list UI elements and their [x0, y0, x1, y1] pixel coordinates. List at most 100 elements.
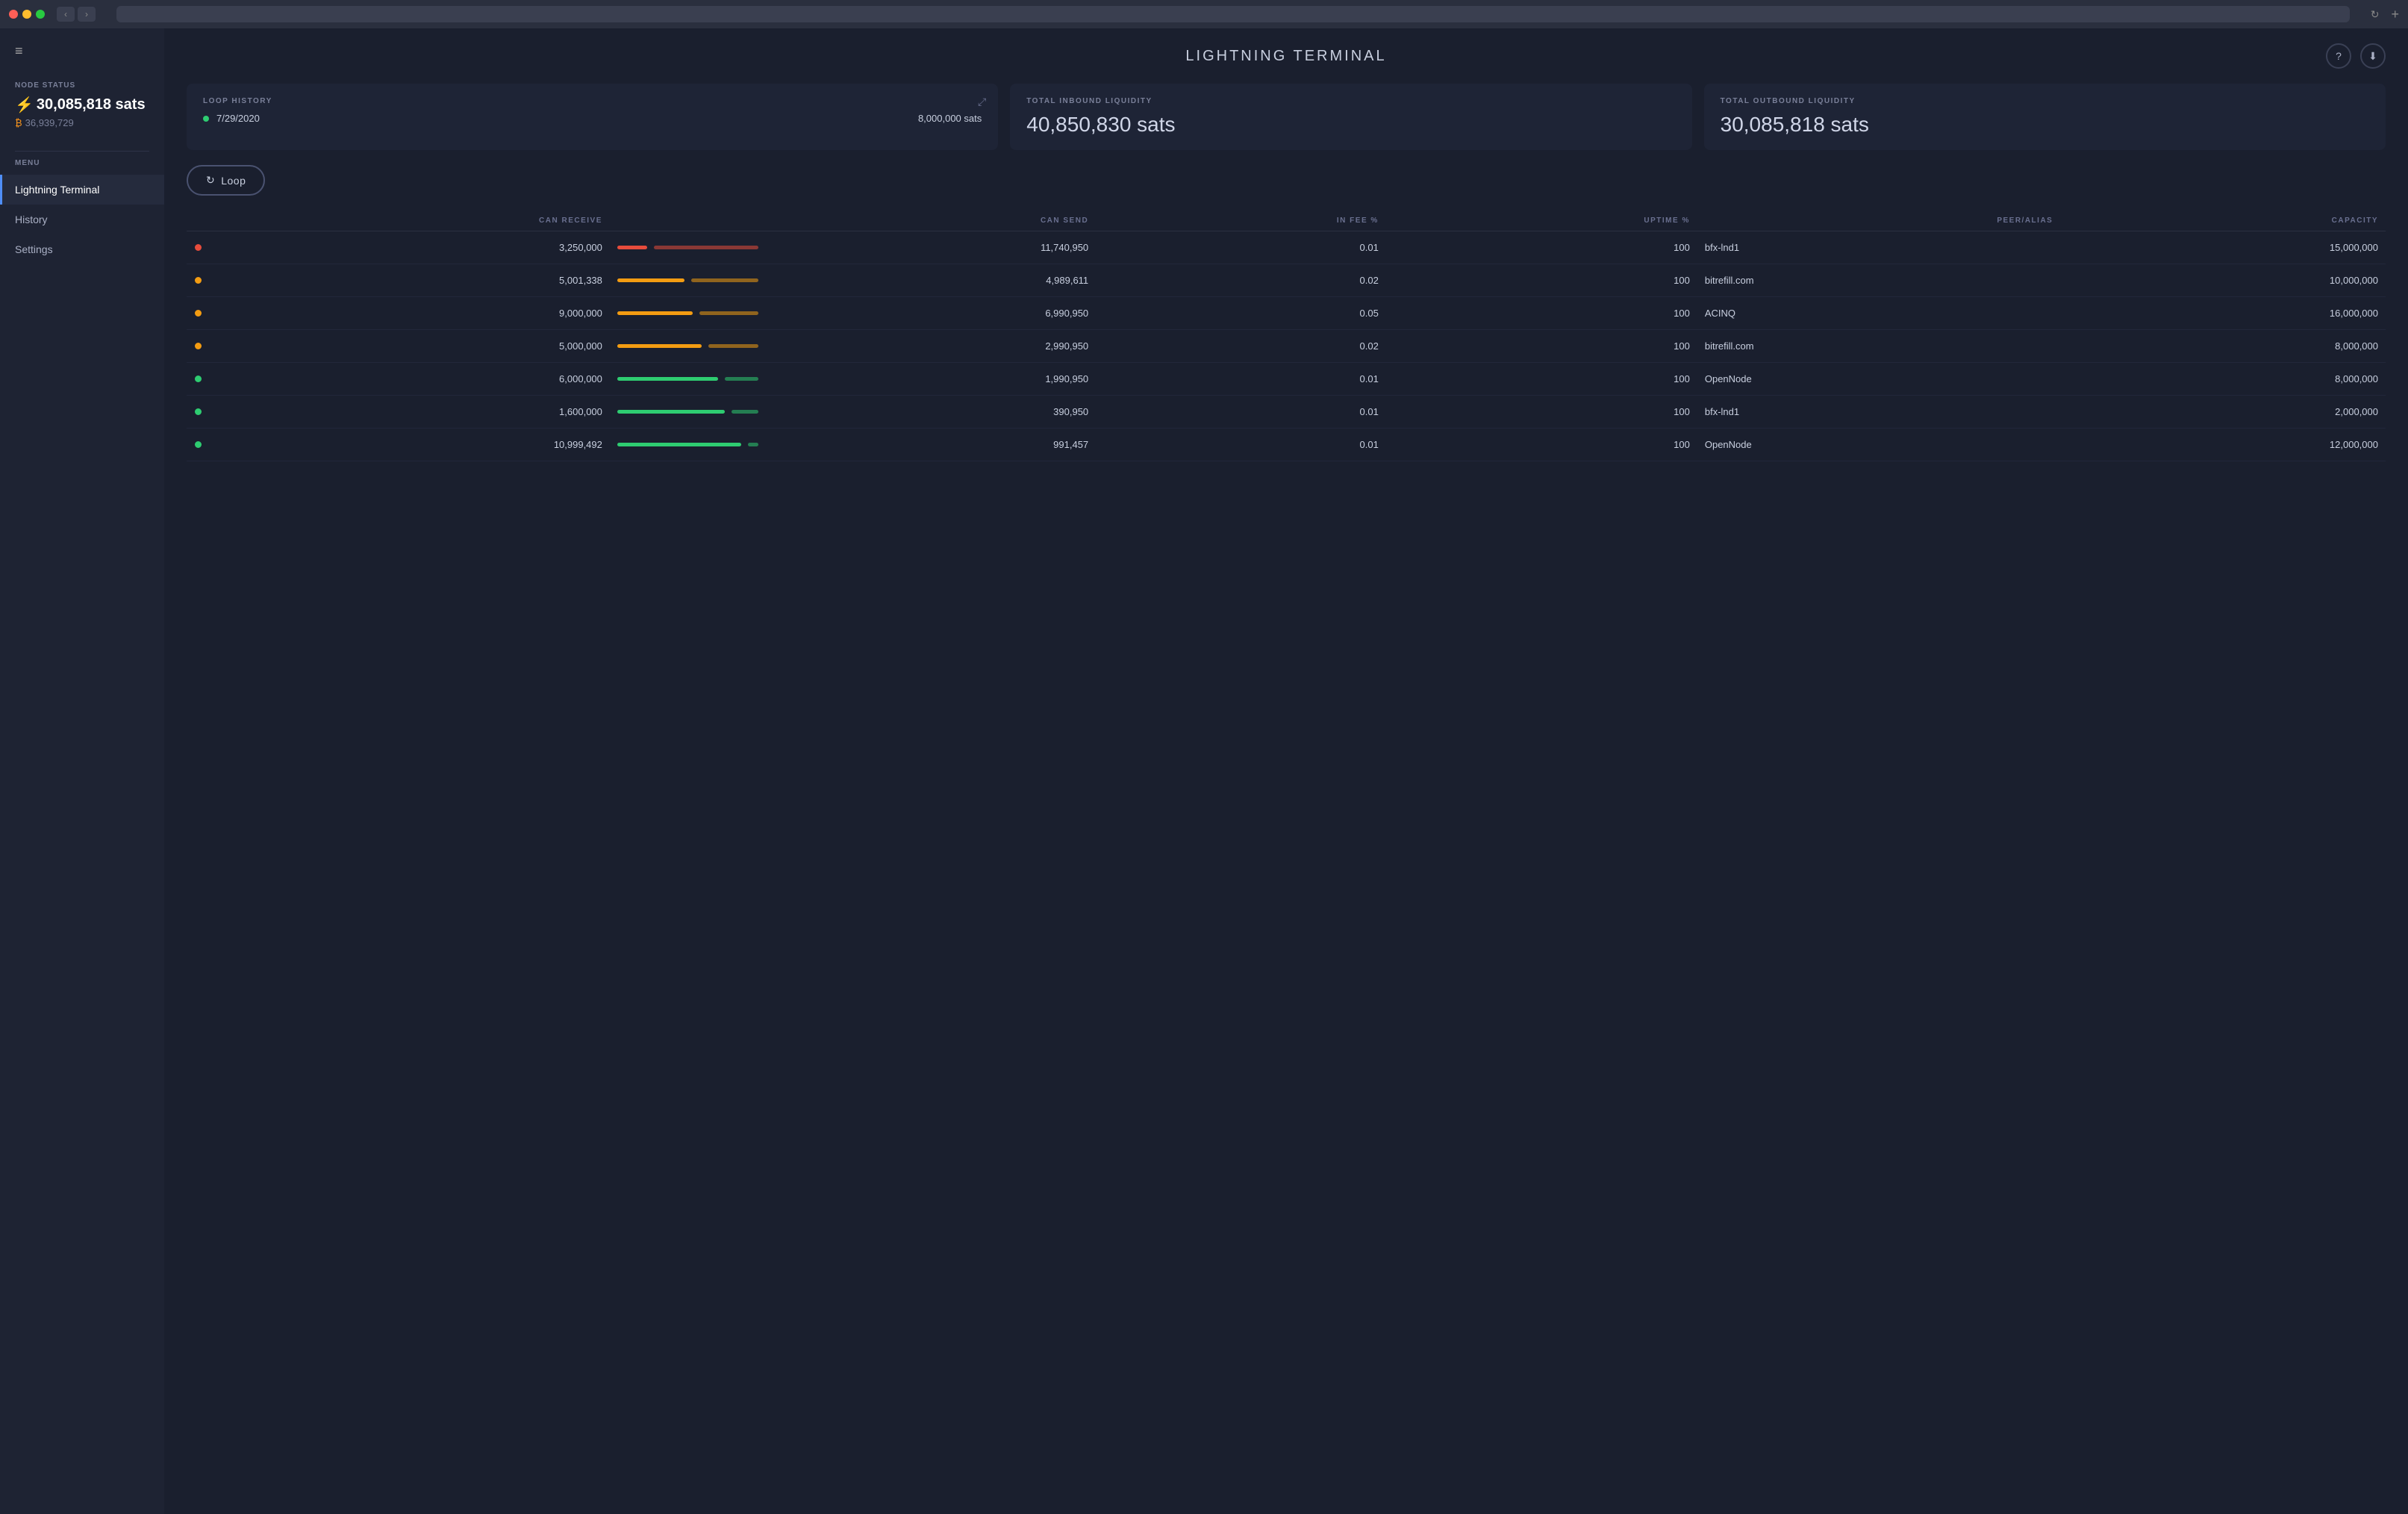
maximize-button[interactable] [36, 10, 45, 19]
channel-status-cell [187, 297, 209, 330]
channel-status-cell [187, 429, 209, 461]
window-controls [9, 10, 45, 19]
loop-history-row: 7/29/2020 8,000,000 sats [203, 113, 982, 124]
bar-cell [610, 363, 774, 396]
sidebar-item-settings[interactable]: Settings [0, 234, 164, 264]
bar-cell [610, 264, 774, 297]
table-row[interactable]: 6,000,000 1,990,950 0.01 100 OpenNode 8,… [187, 363, 2386, 396]
capacity-cell: 12,000,000 [2060, 429, 2386, 461]
can-send-cell: 11,740,950 [774, 231, 1096, 264]
can-send-cell: 991,457 [774, 429, 1096, 461]
inbound-value: 40,850,830 sats [1026, 113, 1675, 137]
browser-nav: ‹ › [57, 7, 96, 22]
bar-right [725, 377, 758, 381]
status-dot [195, 244, 202, 251]
bar-container [617, 311, 767, 316]
uptime-cell: 100 [1386, 363, 1697, 396]
channel-status-cell [187, 396, 209, 429]
download-icon: ⬇ [2368, 50, 2377, 63]
uptime-cell: 100 [1386, 297, 1697, 330]
menu-item-label: History [15, 214, 48, 225]
bar-right [699, 311, 758, 315]
table-row[interactable]: 3,250,000 11,740,950 0.01 100 bfx-lnd1 1… [187, 231, 2386, 264]
table-row[interactable]: 10,999,492 991,457 0.01 100 OpenNode 12,… [187, 429, 2386, 461]
table-row[interactable]: 5,000,000 2,990,950 0.02 100 bitrefill.c… [187, 330, 2386, 363]
sidebar-divider [15, 151, 149, 152]
inbound-liquidity-card: TOTAL INBOUND LIQUIDITY 40,850,830 sats [1010, 84, 1691, 150]
col-bar [610, 211, 774, 231]
capacity-cell: 15,000,000 [2060, 231, 2386, 264]
in-fee-cell: 0.05 [1096, 297, 1386, 330]
can-send-cell: 4,989,611 [774, 264, 1096, 297]
bar-container [617, 377, 767, 381]
lightning-balance: ⚡ 30,085,818 sats [15, 96, 149, 114]
sidebar-item-history[interactable]: History [0, 205, 164, 234]
col-peer: PEER/ALIAS [1697, 211, 2060, 231]
can-send-cell: 390,950 [774, 396, 1096, 429]
loop-button-label: Loop [221, 175, 246, 187]
forward-button[interactable]: › [78, 7, 96, 22]
outbound-liquidity-card: TOTAL OUTBOUND LIQUIDITY 30,085,818 sats [1704, 84, 2386, 150]
help-button[interactable]: ? [2326, 43, 2351, 69]
in-fee-cell: 0.01 [1096, 396, 1386, 429]
url-bar[interactable] [116, 6, 2350, 22]
status-dot [195, 343, 202, 349]
bar-cell [610, 396, 774, 429]
status-dot [195, 441, 202, 448]
col-capacity: CAPACITY [2060, 211, 2386, 231]
capacity-cell: 8,000,000 [2060, 363, 2386, 396]
loop-history-label: LOOP HISTORY [203, 97, 982, 105]
table-header: CAN RECEIVE CAN SEND IN FEE % UPTIME % P… [187, 211, 2386, 231]
hamburger-menu[interactable]: ≡ [0, 43, 164, 74]
bar-cell [610, 429, 774, 461]
app-layout: ≡ NODE STATUS ⚡ 30,085,818 sats ₿ 36,939… [0, 28, 2408, 1514]
menu-item-label: Lightning Terminal [15, 184, 99, 196]
help-icon: ? [2336, 50, 2342, 62]
status-dot [195, 376, 202, 382]
sidebar: ≡ NODE STATUS ⚡ 30,085,818 sats ₿ 36,939… [0, 28, 164, 1514]
download-button[interactable]: ⬇ [2360, 43, 2386, 69]
loop-button-icon: ↻ [206, 174, 215, 187]
status-dot [195, 408, 202, 415]
minimize-button[interactable] [22, 10, 31, 19]
bitcoin-icon: ₿ [15, 117, 22, 128]
new-tab-button[interactable]: + [2391, 7, 2399, 22]
in-fee-cell: 0.01 [1096, 231, 1386, 264]
bar-right [708, 344, 758, 348]
bar-left [617, 443, 741, 446]
channels-tbody: 3,250,000 11,740,950 0.01 100 bfx-lnd1 1… [187, 231, 2386, 461]
titlebar: ‹ › ↻ + [0, 0, 2408, 28]
close-button[interactable] [9, 10, 18, 19]
peer-cell: ACINQ [1697, 297, 2060, 330]
col-status [187, 211, 209, 231]
table-row[interactable]: 5,001,338 4,989,611 0.02 100 bitrefill.c… [187, 264, 2386, 297]
loop-button[interactable]: ↻ Loop [187, 165, 265, 196]
bar-left [617, 410, 725, 414]
bar-left [617, 311, 693, 315]
table-row[interactable]: 1,600,000 390,950 0.01 100 bfx-lnd1 2,00… [187, 396, 2386, 429]
peer-cell: bfx-lnd1 [1697, 396, 2060, 429]
in-fee-cell: 0.01 [1096, 429, 1386, 461]
peer-cell: OpenNode [1697, 429, 2060, 461]
expand-icon[interactable]: ⤢ [978, 96, 986, 108]
status-dot [195, 310, 202, 317]
loop-button-row: ↻ Loop [164, 165, 2408, 211]
channels-table: CAN RECEIVE CAN SEND IN FEE % UPTIME % P… [187, 211, 2386, 461]
page-header: LIGHTNING TERMINAL ? ⬇ [164, 28, 2408, 84]
bar-left [617, 278, 684, 282]
capacity-cell: 10,000,000 [2060, 264, 2386, 297]
back-button[interactable]: ‹ [57, 7, 75, 22]
uptime-cell: 100 [1386, 231, 1697, 264]
channel-status-cell [187, 363, 209, 396]
bar-container [617, 410, 767, 414]
loop-status-dot [203, 116, 209, 122]
bar-right [654, 246, 758, 249]
bar-left [617, 246, 647, 249]
loop-history-card: LOOP HISTORY 7/29/2020 8,000,000 sats ⤢ [187, 84, 998, 150]
sidebar-item-lightning-terminal[interactable]: Lightning Terminal [0, 175, 164, 205]
table-row[interactable]: 9,000,000 6,990,950 0.05 100 ACINQ 16,00… [187, 297, 2386, 330]
bar-cell [610, 330, 774, 363]
channel-status-cell [187, 231, 209, 264]
node-status-label: NODE STATUS [15, 81, 149, 90]
uptime-cell: 100 [1386, 264, 1697, 297]
